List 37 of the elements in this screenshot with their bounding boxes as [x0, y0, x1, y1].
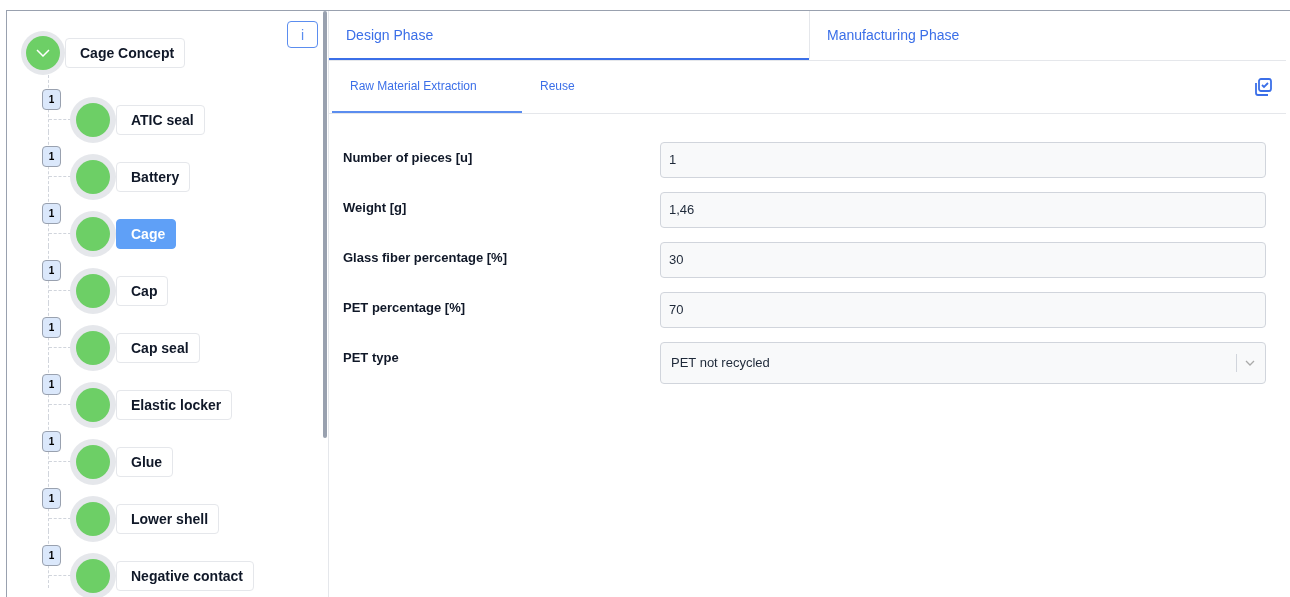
input-field[interactable]: 30 — [660, 242, 1266, 278]
tree-node[interactable]: Elastic locker — [116, 390, 233, 420]
input-field[interactable]: 1 — [660, 142, 1266, 178]
sub-tab[interactable]: Raw Material Extraction — [332, 61, 522, 113]
chevron-icon — [36, 49, 50, 57]
input-field[interactable]: 70 — [660, 292, 1266, 328]
expand-toggle[interactable] — [21, 31, 65, 75]
field-label: Glass fiber percentage [%] — [343, 249, 508, 267]
tree-node[interactable]: Cage Concept — [65, 38, 186, 68]
field-label: PET type — [343, 349, 400, 367]
tree-node[interactable]: ATIC seal — [116, 105, 205, 135]
tree-node[interactable]: Battery — [116, 162, 191, 192]
tree-node[interactable]: Cap — [116, 276, 169, 306]
count-badge: 1 — [42, 317, 61, 338]
count-badge: 1 — [42, 203, 61, 224]
count-badge: 1 — [42, 374, 61, 395]
checked-copy-icon[interactable] — [1254, 78, 1272, 96]
select-field[interactable]: PET not recycled — [660, 342, 1266, 384]
phase-tab[interactable]: Manufacturing Phase — [809, 11, 1286, 60]
chevron-down-icon — [1245, 360, 1255, 366]
phase-tab[interactable]: Design Phase — [329, 11, 809, 60]
count-badge: 1 — [42, 146, 61, 167]
field-label: Number of pieces [u] — [343, 149, 474, 167]
input-field[interactable]: 1,46 — [660, 192, 1266, 228]
tree-node[interactable]: Cap seal — [116, 333, 200, 363]
count-badge: 1 — [42, 89, 61, 110]
count-badge: 1 — [42, 431, 61, 452]
tree-node[interactable]: Negative contact — [116, 561, 255, 591]
count-badge: 1 — [42, 260, 61, 281]
scrollbar[interactable] — [323, 11, 327, 438]
count-badge: 1 — [42, 545, 61, 566]
count-badge: 1 — [42, 488, 61, 509]
field-label: Weight [g] — [343, 199, 408, 217]
tree-node[interactable]: Glue — [116, 447, 174, 477]
tree-node[interactable]: Lower shell — [116, 504, 220, 534]
sub-tab[interactable]: Reuse — [522, 61, 593, 113]
field-label: PET percentage [%] — [343, 299, 467, 317]
